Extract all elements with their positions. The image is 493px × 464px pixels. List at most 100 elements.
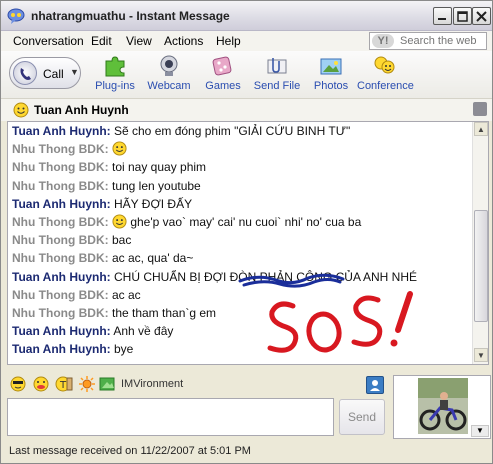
sun-icon[interactable] xyxy=(78,376,96,392)
search-input[interactable] xyxy=(400,34,484,48)
message-sender: Tuan Anh Huynh: xyxy=(12,342,111,357)
call-label: Call xyxy=(43,67,64,81)
message-sender: Tuan Anh Huynh: xyxy=(12,196,111,211)
send-button[interactable]: Send xyxy=(339,399,385,435)
photos-label: Photos xyxy=(313,80,349,92)
smiley-icon xyxy=(112,214,127,229)
message-sender: Tuan Anh Huynh: xyxy=(12,269,111,284)
title-bar[interactable]: nhatrangmuathu - Instant Message xyxy=(1,1,492,31)
message-sender: Tuan Anh Huynh: xyxy=(12,124,111,138)
motorcycle-photo xyxy=(418,378,468,434)
message-line: Tuan Anh Huynh: bye xyxy=(12,340,472,358)
message-text: CHÚ CHUẨN BỊ ĐỢI ĐÒN PHẢN CÔNG CỦA ANH N… xyxy=(114,269,417,284)
menu-edit[interactable]: Edit xyxy=(91,34,112,48)
smiley-sunglasses-icon[interactable] xyxy=(9,376,27,392)
conference-icon xyxy=(374,56,395,74)
conference-button[interactable]: Conference xyxy=(357,55,414,97)
message-sender: Nhu Thong BDK: xyxy=(12,233,109,248)
webcam-icon xyxy=(160,55,178,76)
imvironment-icon[interactable] xyxy=(99,376,117,392)
message-line: Nhu Thong BDK: ac ac xyxy=(12,286,472,304)
message-line: Nhu Thong BDK: tung len youtube xyxy=(12,177,472,195)
chevron-down-icon[interactable]: ▼ xyxy=(70,67,79,77)
games-button[interactable]: Games xyxy=(195,55,251,97)
smiley-icon xyxy=(112,141,127,156)
photos-button[interactable]: Photos xyxy=(303,55,359,97)
message-input[interactable] xyxy=(7,398,334,436)
window-title: nhatrangmuathu - Instant Message xyxy=(31,9,230,23)
scroll-thumb[interactable] xyxy=(474,210,488,322)
message-text: toi nay quay phim xyxy=(111,160,207,175)
minimize-button[interactable] xyxy=(433,7,452,25)
svg-text:T: T xyxy=(59,380,67,391)
message-text: Anh về đây xyxy=(113,324,174,339)
menu-actions[interactable]: Actions xyxy=(164,34,203,48)
close-button[interactable] xyxy=(472,7,491,25)
formatting-bar: T IMVironment xyxy=(1,369,391,397)
scroll-down-arrow[interactable]: ▼ xyxy=(474,348,488,362)
maximize-icon xyxy=(457,11,468,22)
conference-label: Conference xyxy=(357,80,414,92)
imvironment-label[interactable]: IMVironment xyxy=(121,378,183,390)
contact-card-icon[interactable] xyxy=(473,102,487,116)
message-line: Nhu Thong BDK: xyxy=(12,140,472,158)
send-file-button[interactable]: Send File xyxy=(249,55,305,97)
message-text: ac ac xyxy=(111,287,141,302)
scroll-up-arrow[interactable]: ▲ xyxy=(474,122,488,136)
webcam-label: Webcam xyxy=(147,80,191,92)
message-line: Tuan Anh Huynh: Anh về đây xyxy=(12,322,472,340)
message-line: Nhu Thong BDK: ghe'p vao` may' cai' nu c… xyxy=(12,213,472,231)
menu-conversation[interactable]: Conversation xyxy=(13,34,84,48)
web-search-box[interactable]: Y! xyxy=(369,32,487,50)
message-line: Tuan Anh Huynh: CHÚ CHUẨN BỊ ĐỢI ĐÒN PHẢ… xyxy=(12,268,472,286)
message-line: Tuan Anh Huynh: HÃY ĐỢI ĐẤY xyxy=(12,195,472,213)
messenger-icon xyxy=(7,8,25,24)
message-line: Nhu Thong BDK: bac xyxy=(12,231,472,249)
webcam-button[interactable]: Webcam xyxy=(141,55,197,97)
puzzle-icon xyxy=(105,56,125,77)
message-list: Tuan Anh Huynh: Sẽ cho em đóng phim "GIẢ… xyxy=(12,122,472,358)
message-text: ac ac, qua' da~ xyxy=(111,251,194,266)
message-sender: Nhu Thong BDK: xyxy=(12,287,109,302)
yahoo-icon: Y! xyxy=(372,34,394,48)
message-text: HÃY ĐỢI ĐẤY xyxy=(114,196,193,211)
maximize-button[interactable] xyxy=(453,7,472,25)
send-file-label: Send File xyxy=(253,80,301,92)
menu-view[interactable]: View xyxy=(126,34,152,48)
message-text: the tham than`g em xyxy=(111,305,217,320)
message-line: Tuan Anh Huynh: Sẽ cho em đóng phim "GIẢ… xyxy=(12,122,472,140)
dice-icon xyxy=(212,56,232,76)
avatar-toggle-icon[interactable] xyxy=(366,376,384,394)
message-line: Nhu Thong BDK: toi nay quay phim xyxy=(12,158,472,176)
message-sender: Nhu Thong BDK: xyxy=(12,251,109,266)
message-sender: Nhu Thong BDK: xyxy=(12,178,109,193)
phone-icon xyxy=(13,61,37,85)
plugins-label: Plug-ins xyxy=(95,80,135,92)
smiley-tongue-icon[interactable] xyxy=(32,376,50,392)
message-line: Nhu Thong BDK: ac ac, qua' da~ xyxy=(12,249,472,267)
conversation-scrollbar[interactable]: ▲ ▼ xyxy=(472,122,488,364)
paperclip-icon xyxy=(267,58,287,74)
status-bar-text: Last message received on 11/22/2007 at 5… xyxy=(9,445,251,457)
contact-name[interactable]: Tuan Anh Huynh xyxy=(34,103,129,117)
message-sender: Nhu Thong BDK: xyxy=(12,142,109,157)
plugins-button[interactable]: Plug-ins xyxy=(87,55,143,97)
message-text: ghe'p vao` may' cai' nu cuoi` nhi' no' c… xyxy=(130,214,362,229)
message-sender: Nhu Thong BDK: xyxy=(12,160,109,175)
message-text: Sẽ cho em đóng phim "GIẢI CỨU BINH TƯ" xyxy=(114,124,351,138)
message-text: bac xyxy=(111,233,132,248)
message-line: Nhu Thong BDK: the tham than`g em xyxy=(12,304,472,322)
conversation-pane[interactable]: Tuan Anh Huynh: Sẽ cho em đóng phim "GIẢ… xyxy=(7,121,489,365)
minimize-icon xyxy=(438,18,446,20)
menu-help[interactable]: Help xyxy=(216,34,241,48)
message-sender: Nhu Thong BDK: xyxy=(12,305,109,320)
smiley-clock-icon[interactable]: T xyxy=(55,376,73,392)
message-sender: Nhu Thong BDK: xyxy=(12,214,109,229)
smiley-icon xyxy=(13,102,29,118)
chevron-down-icon[interactable]: ▼ xyxy=(471,425,489,437)
menu-bar: Conversation Edit View Actions Help Y! xyxy=(1,31,492,51)
games-label: Games xyxy=(205,80,241,92)
contact-header: Tuan Anh Huynh xyxy=(1,99,492,121)
call-button[interactable]: Call ▼ xyxy=(9,57,81,89)
toolbar: Call ▼ Plug-ins Webcam Games Send File P… xyxy=(1,51,492,99)
